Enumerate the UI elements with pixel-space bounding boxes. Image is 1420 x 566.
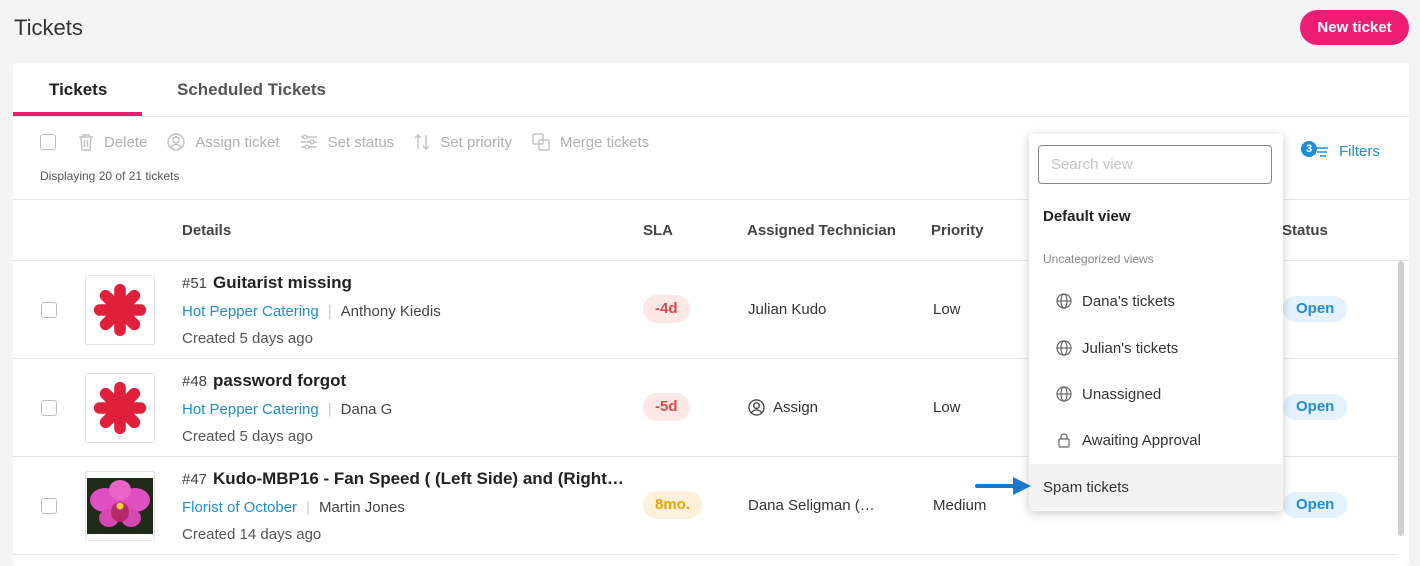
view-option-julians-tickets[interactable]: Julian's tickets <box>1029 325 1283 371</box>
trash-icon <box>79 134 93 151</box>
column-sla[interactable]: SLA <box>643 222 673 239</box>
column-priority[interactable]: Priority <box>931 222 984 239</box>
set-status-button[interactable]: Set status <box>300 134 394 151</box>
default-view-option[interactable]: Default view <box>1043 208 1131 225</box>
sort-arrows-icon <box>414 134 430 150</box>
tab-bar: Tickets Scheduled Tickets <box>13 63 1409 117</box>
tab-scheduled-tickets[interactable]: Scheduled Tickets <box>177 80 326 100</box>
view-selector-dropdown: Default view Uncategorized views Dana's … <box>1029 134 1283 511</box>
row-checkbox[interactable] <box>41 302 57 318</box>
separator: | <box>327 401 332 418</box>
active-tab-indicator <box>13 112 142 116</box>
assign-technician-button[interactable]: Assign <box>748 399 818 416</box>
row-checkbox[interactable] <box>41 400 57 416</box>
separator: | <box>306 499 310 516</box>
created-time: Created 5 days ago <box>182 428 313 445</box>
technician-name[interactable]: Dana Seligman (… <box>748 497 875 514</box>
sla-badge: -4d <box>643 295 690 323</box>
pointer-arrow-annotation <box>975 477 1031 495</box>
row-checkbox[interactable] <box>41 498 57 514</box>
sla-badge: -5d <box>643 393 690 421</box>
client-link[interactable]: Florist of October <box>182 499 297 516</box>
merge-icon <box>532 133 550 151</box>
filters-button[interactable]: Filters <box>1313 143 1380 160</box>
user-circle-icon <box>167 133 186 151</box>
user-circle-icon <box>748 399 765 416</box>
view-option-danas-tickets[interactable]: Dana's tickets <box>1029 278 1283 324</box>
globe-icon <box>1056 340 1072 356</box>
set-priority-button[interactable]: Set priority <box>414 133 512 151</box>
table-scrollbar[interactable] <box>1398 261 1404 536</box>
created-time: Created 14 days ago <box>182 526 322 543</box>
ticket-subject[interactable]: password forgot <box>213 371 346 390</box>
new-ticket-button[interactable]: New ticket <box>1300 10 1409 45</box>
contact-name: Martin Jones <box>318 499 405 516</box>
client-logo <box>85 373 155 443</box>
priority-value: Medium <box>933 497 987 514</box>
filter-count-badge: 3 <box>1301 141 1317 157</box>
page-title: Tickets <box>14 15 83 40</box>
view-option-spam-tickets[interactable]: Spam tickets <box>1029 464 1283 510</box>
column-status[interactable]: Status <box>1282 222 1328 239</box>
view-option-unassigned[interactable]: Unassigned <box>1029 371 1283 417</box>
priority-value: Low <box>933 399 961 416</box>
sliders-icon <box>300 134 317 150</box>
lock-icon <box>1058 433 1070 448</box>
client-logo <box>85 471 155 541</box>
separator: | <box>327 303 332 320</box>
red-asterisk-logo <box>93 283 147 337</box>
search-view-input[interactable] <box>1038 145 1272 184</box>
ticket-subject[interactable]: Guitarist missing <box>213 273 352 292</box>
ticket-number: #47 <box>182 471 208 488</box>
views-group-label: Uncategorized views <box>1043 252 1154 266</box>
status-badge[interactable]: Open <box>1283 492 1348 518</box>
priority-value: Low <box>933 301 961 318</box>
ticket-count-text: Displaying 20 of 21 tickets <box>40 169 180 183</box>
column-technician[interactable]: Assigned Technician <box>747 222 896 239</box>
bulk-actions-toolbar: Delete Assign ticket Set status Set prio… <box>40 131 649 153</box>
contact-name: Dana G <box>340 401 393 418</box>
technician-name[interactable]: Julian Kudo <box>748 301 826 318</box>
assign-ticket-button[interactable]: Assign ticket <box>167 133 280 151</box>
contact-name: Anthony Kiedis <box>340 303 441 320</box>
ticket-number: #51 <box>182 275 208 292</box>
sla-badge: 8mo. <box>643 491 703 519</box>
status-badge[interactable]: Open <box>1283 296 1348 322</box>
red-asterisk-logo <box>93 381 147 435</box>
globe-icon <box>1056 386 1072 402</box>
tab-tickets[interactable]: Tickets <box>49 80 107 100</box>
client-logo <box>85 275 155 345</box>
column-details[interactable]: Details <box>182 222 231 239</box>
delete-button[interactable]: Delete <box>78 133 147 151</box>
view-option-awaiting-approval[interactable]: Awaiting Approval <box>1029 417 1283 463</box>
created-time: Created 5 days ago <box>182 330 313 347</box>
merge-tickets-button[interactable]: Merge tickets <box>532 133 649 151</box>
ticket-number: #48 <box>182 373 208 390</box>
client-link[interactable]: Hot Pepper Catering <box>182 303 319 320</box>
select-all-checkbox[interactable] <box>40 134 56 150</box>
ticket-subject[interactable]: Kudo-MBP16 - Fan Speed ( (Left Side) and… <box>213 469 624 488</box>
status-badge[interactable]: Open <box>1283 394 1348 420</box>
globe-icon <box>1056 293 1072 309</box>
client-link[interactable]: Hot Pepper Catering <box>182 401 319 418</box>
orchid-photo <box>87 478 153 534</box>
